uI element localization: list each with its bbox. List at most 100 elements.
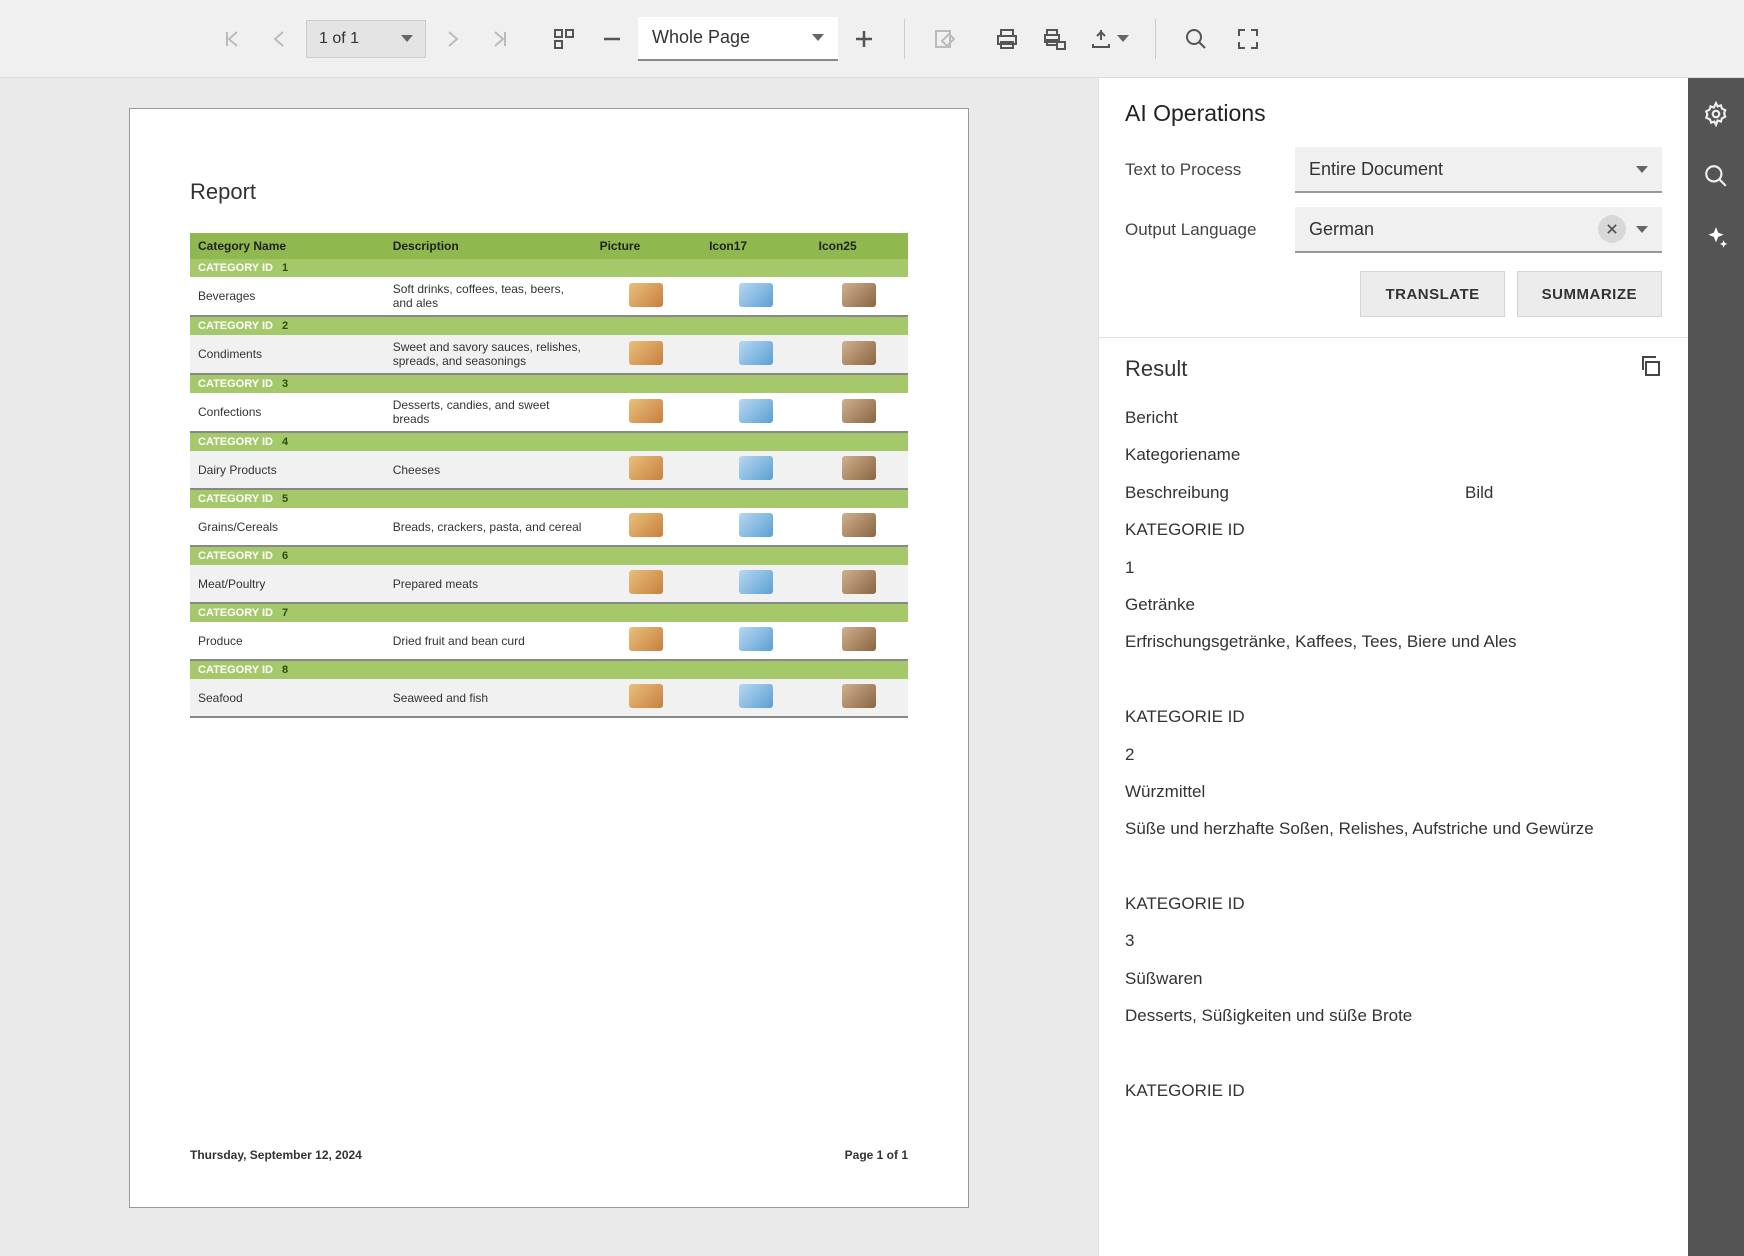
table-row: Grains/CerealsBreads, crackers, pasta, a…: [190, 508, 908, 546]
summarize-button[interactable]: SUMMARIZE: [1517, 271, 1662, 317]
product-icon17: [739, 513, 773, 537]
product-icon25: [842, 283, 876, 307]
col-picture: Picture: [592, 233, 702, 259]
product-icon17: [739, 570, 773, 594]
col-category-name: Category Name: [190, 233, 385, 259]
edit-button[interactable]: [923, 17, 967, 61]
result-line: KATEGORIE ID: [1125, 885, 1662, 922]
next-page-button[interactable]: [430, 17, 474, 61]
product-picture-icon: [629, 570, 663, 594]
chevron-down-icon: [401, 35, 413, 42]
result-line: 1: [1125, 549, 1662, 586]
result-line: KATEGORIE ID: [1125, 511, 1662, 548]
output-language-value: German: [1309, 219, 1374, 240]
product-icon25: [842, 570, 876, 594]
footer-date: Thursday, September 12, 2024: [190, 1148, 362, 1162]
result-line: 2: [1125, 736, 1662, 773]
category-header-row: CATEGORY ID 1: [190, 259, 908, 277]
chevron-down-icon: [1636, 226, 1648, 233]
report-page: Report Category Name Description Picture…: [129, 108, 969, 1208]
multipage-view-button[interactable]: [542, 17, 586, 61]
search-tab[interactable]: [1698, 158, 1734, 194]
product-picture-icon: [629, 627, 663, 651]
output-language-select[interactable]: German: [1295, 207, 1662, 253]
result-line: [1125, 661, 1662, 698]
result-line: Getränke: [1125, 586, 1662, 623]
product-icon25: [842, 513, 876, 537]
first-page-button[interactable]: [210, 17, 254, 61]
product-icon25: [842, 456, 876, 480]
category-header-row: CATEGORY ID 2: [190, 316, 908, 335]
copy-result-button[interactable]: [1638, 354, 1662, 383]
document-viewer: Report Category Name Description Picture…: [0, 78, 1098, 1256]
settings-tab[interactable]: [1698, 96, 1734, 132]
result-line: Süße und herzhafte Soßen, Relishes, Aufs…: [1125, 810, 1662, 847]
result-line: Süßwaren: [1125, 960, 1662, 997]
product-picture-icon: [629, 341, 663, 365]
chevron-down-icon: [1117, 35, 1129, 42]
text-to-process-select[interactable]: Entire Document: [1295, 147, 1662, 193]
product-icon25: [842, 627, 876, 651]
prev-page-button[interactable]: [258, 17, 302, 61]
chevron-down-icon: [1636, 166, 1648, 173]
result-line: Bericht: [1125, 399, 1662, 436]
text-to-process-value: Entire Document: [1309, 159, 1443, 180]
product-icon17: [739, 456, 773, 480]
result-line: Kategoriename: [1125, 436, 1662, 473]
zoom-display: Whole Page: [652, 27, 750, 48]
product-picture-icon: [629, 399, 663, 423]
print-current-button[interactable]: [1033, 17, 1077, 61]
category-header-row: CATEGORY ID 6: [190, 546, 908, 565]
col-icon17: Icon17: [701, 233, 811, 259]
zoom-out-button[interactable]: [590, 17, 634, 61]
product-icon17: [739, 399, 773, 423]
ai-tab[interactable]: [1698, 220, 1734, 256]
table-row: Meat/PoultryPrepared meats: [190, 565, 908, 603]
product-picture-icon: [629, 456, 663, 480]
product-picture-icon: [629, 283, 663, 307]
report-title: Report: [190, 179, 908, 205]
category-header-row: CATEGORY ID 5: [190, 489, 908, 508]
export-button[interactable]: [1081, 17, 1137, 61]
page-selector[interactable]: 1 of 1: [306, 20, 426, 58]
table-row: ProduceDried fruit and bean curd: [190, 622, 908, 660]
zoom-selector[interactable]: Whole Page: [638, 17, 838, 61]
ai-operations-panel: AI Operations Text to Process Entire Doc…: [1098, 78, 1688, 1256]
print-button[interactable]: [985, 17, 1029, 61]
clear-language-button[interactable]: [1598, 215, 1626, 243]
page-display: 1 of 1: [319, 30, 359, 48]
result-line: Würzmittel: [1125, 773, 1662, 810]
chevron-down-icon: [812, 34, 824, 41]
panel-title: AI Operations: [1125, 100, 1662, 127]
toolbar: 1 of 1 Whole Page: [0, 0, 1744, 78]
result-line: [1125, 848, 1662, 885]
category-header-row: CATEGORY ID 7: [190, 603, 908, 622]
fullscreen-button[interactable]: [1226, 17, 1270, 61]
product-icon25: [842, 684, 876, 708]
product-icon17: [739, 684, 773, 708]
col-icon25: Icon25: [811, 233, 908, 259]
category-header-row: CATEGORY ID 8: [190, 660, 908, 679]
zoom-in-button[interactable]: [842, 17, 886, 61]
translate-button[interactable]: TRANSLATE: [1360, 271, 1504, 317]
result-line: 3: [1125, 922, 1662, 959]
table-row: SeafoodSeaweed and fish: [190, 679, 908, 717]
text-to-process-label: Text to Process: [1125, 160, 1295, 180]
product-picture-icon: [629, 513, 663, 537]
result-body: BerichtKategorienameBeschreibungBildKATE…: [1099, 393, 1688, 1256]
table-row: Dairy ProductsCheeses: [190, 451, 908, 489]
col-description: Description: [385, 233, 592, 259]
category-header-row: CATEGORY ID 3: [190, 374, 908, 393]
result-line: [1125, 1035, 1662, 1072]
product-icon17: [739, 627, 773, 651]
table-row: ConfectionsDesserts, candies, and sweet …: [190, 393, 908, 432]
search-button[interactable]: [1174, 17, 1218, 61]
report-table: Category Name Description Picture Icon17…: [190, 233, 908, 718]
result-title: Result: [1125, 356, 1187, 382]
product-icon25: [842, 399, 876, 423]
last-page-button[interactable]: [478, 17, 522, 61]
result-line: Desserts, Süßigkeiten und süße Brote: [1125, 997, 1662, 1034]
table-row: BeveragesSoft drinks, coffees, teas, bee…: [190, 277, 908, 316]
result-line: Erfrischungsgetränke, Kaffees, Tees, Bie…: [1125, 623, 1662, 660]
table-row: CondimentsSweet and savory sauces, relis…: [190, 335, 908, 374]
